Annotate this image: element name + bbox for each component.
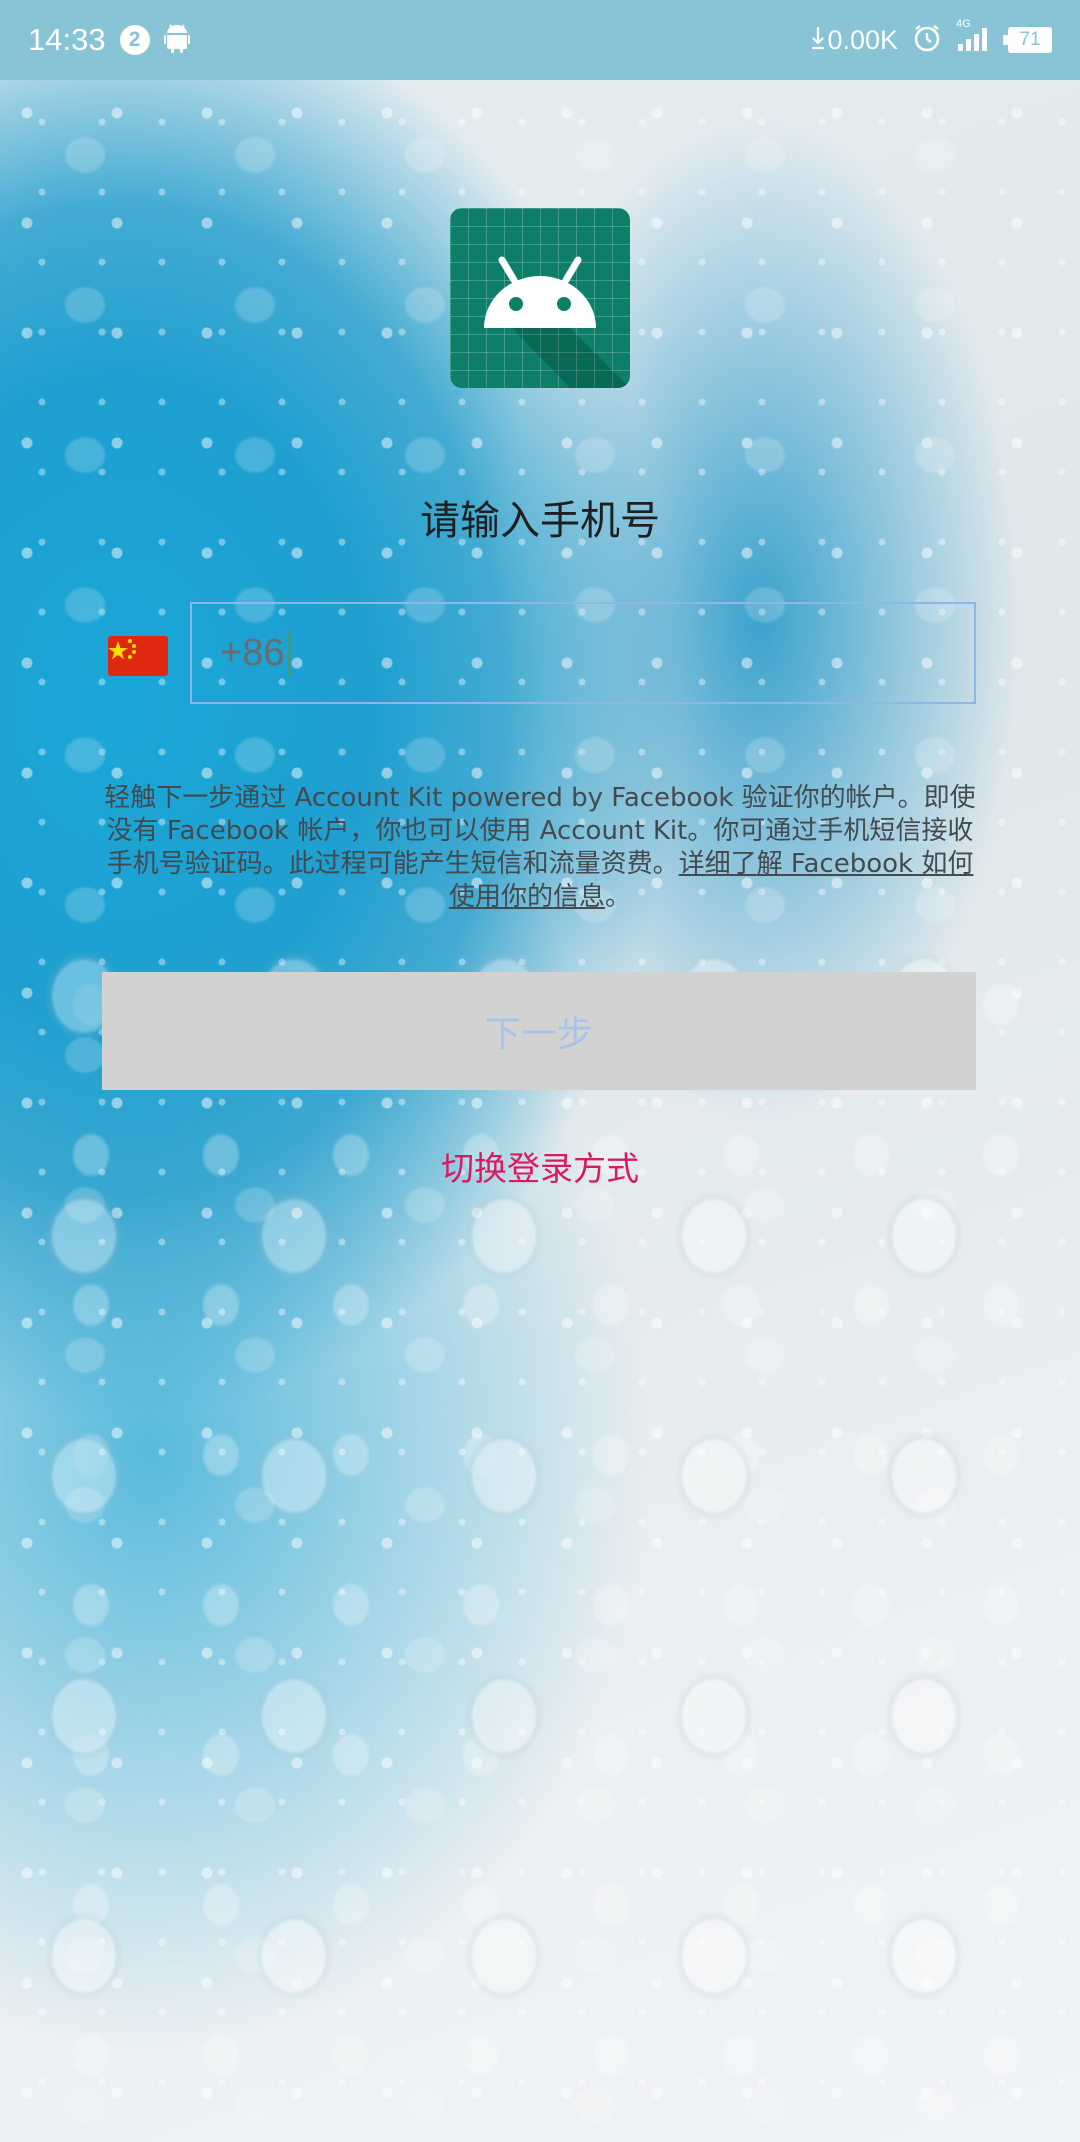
text-caret bbox=[288, 630, 292, 676]
login-screen: 14:33 2 0.00K 4G 71 请输入手机号 +86 轻触下一步通过 A… bbox=[0, 0, 1080, 2142]
disclaimer-text: 轻触下一步通过 Account Kit powered by Facebook … bbox=[96, 782, 984, 914]
status-bar-left: 14:33 2 bbox=[28, 22, 191, 58]
disclaimer-end: 。 bbox=[605, 882, 632, 912]
china-flag-icon[interactable] bbox=[108, 636, 168, 676]
country-code-prefix: +86 bbox=[220, 631, 285, 674]
page-title: 请输入手机号 bbox=[420, 498, 660, 544]
network-type-label: 4G bbox=[956, 17, 971, 30]
background-droplets bbox=[0, 80, 1080, 2142]
android-app-icon bbox=[450, 208, 630, 388]
net-speed: 0.00K bbox=[827, 24, 898, 55]
notification-count-badge: 2 bbox=[119, 25, 150, 55]
next-button[interactable]: 下一步 bbox=[102, 972, 976, 1090]
clock: 14:33 bbox=[28, 22, 106, 57]
phone-number-input[interactable]: +86 bbox=[190, 602, 976, 704]
signal-icon: 4G bbox=[956, 18, 994, 57]
download-arrow-icon bbox=[811, 25, 825, 56]
status-bar-right: 0.00K 4G 71 bbox=[811, 18, 1052, 58]
alarm-icon bbox=[912, 23, 942, 58]
android-icon bbox=[162, 23, 191, 58]
battery-icon: 71 bbox=[1003, 27, 1052, 53]
switch-login-method-link[interactable]: 切换登录方式 bbox=[0, 1142, 1080, 1190]
status-bar: 14:33 2 0.00K 4G 71 bbox=[0, 0, 1080, 80]
